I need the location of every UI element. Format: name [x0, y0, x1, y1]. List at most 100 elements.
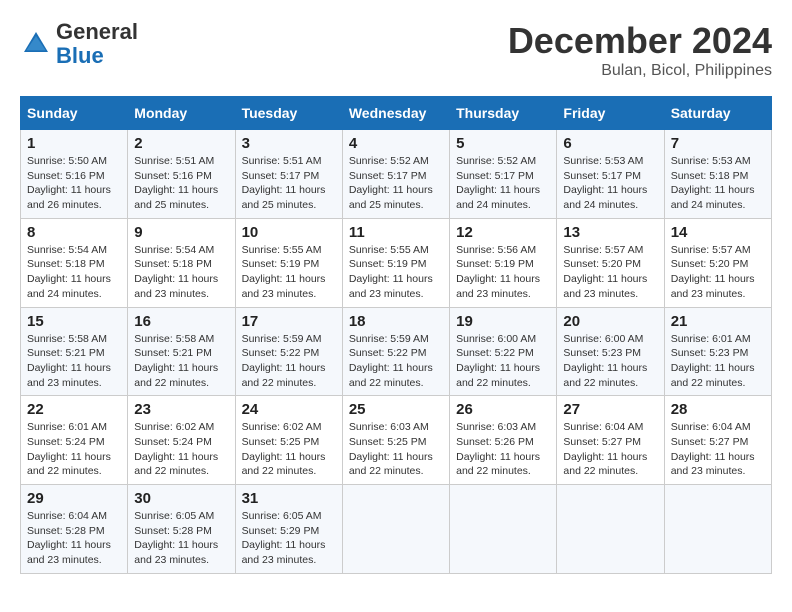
- table-row: 2 Sunrise: 5:51 AM Sunset: 5:16 PM Dayli…: [128, 130, 235, 219]
- day-number: 26: [456, 401, 550, 418]
- table-row: 12 Sunrise: 5:56 AM Sunset: 5:19 PM Dayl…: [450, 218, 557, 307]
- day-info: Sunrise: 5:59 AM Sunset: 5:22 PM Dayligh…: [242, 332, 336, 391]
- header-row: Sunday Monday Tuesday Wednesday Thursday…: [21, 97, 772, 130]
- table-row: 5 Sunrise: 5:52 AM Sunset: 5:17 PM Dayli…: [450, 130, 557, 219]
- day-number: 1: [27, 135, 121, 152]
- col-wednesday: Wednesday: [342, 97, 449, 130]
- day-info: Sunrise: 5:52 AM Sunset: 5:17 PM Dayligh…: [349, 154, 443, 213]
- day-number: 18: [349, 313, 443, 330]
- day-number: 7: [671, 135, 765, 152]
- day-info: Sunrise: 5:58 AM Sunset: 5:21 PM Dayligh…: [134, 332, 228, 391]
- day-info: Sunrise: 6:01 AM Sunset: 5:24 PM Dayligh…: [27, 420, 121, 479]
- calendar-week-5: 29 Sunrise: 6:04 AM Sunset: 5:28 PM Dayl…: [21, 485, 772, 574]
- day-info: Sunrise: 6:00 AM Sunset: 5:23 PM Dayligh…: [563, 332, 657, 391]
- table-row: 3 Sunrise: 5:51 AM Sunset: 5:17 PM Dayli…: [235, 130, 342, 219]
- day-number: 6: [563, 135, 657, 152]
- day-number: 20: [563, 313, 657, 330]
- day-number: 27: [563, 401, 657, 418]
- day-info: Sunrise: 6:02 AM Sunset: 5:24 PM Dayligh…: [134, 420, 228, 479]
- day-number: 10: [242, 224, 336, 241]
- day-number: 8: [27, 224, 121, 241]
- day-info: Sunrise: 6:04 AM Sunset: 5:27 PM Dayligh…: [671, 420, 765, 479]
- calendar-week-1: 1 Sunrise: 5:50 AM Sunset: 5:16 PM Dayli…: [21, 130, 772, 219]
- day-info: Sunrise: 6:05 AM Sunset: 5:29 PM Dayligh…: [242, 509, 336, 568]
- day-info: Sunrise: 6:00 AM Sunset: 5:22 PM Dayligh…: [456, 332, 550, 391]
- day-number: 12: [456, 224, 550, 241]
- table-row: 23 Sunrise: 6:02 AM Sunset: 5:24 PM Dayl…: [128, 396, 235, 485]
- day-number: 23: [134, 401, 228, 418]
- day-info: Sunrise: 5:51 AM Sunset: 5:17 PM Dayligh…: [242, 154, 336, 213]
- logo: GeneralBlue: [20, 20, 138, 68]
- col-thursday: Thursday: [450, 97, 557, 130]
- day-number: 21: [671, 313, 765, 330]
- day-number: 13: [563, 224, 657, 241]
- day-info: Sunrise: 5:51 AM Sunset: 5:16 PM Dayligh…: [134, 154, 228, 213]
- day-number: 9: [134, 224, 228, 241]
- calendar-body: 1 Sunrise: 5:50 AM Sunset: 5:16 PM Dayli…: [21, 130, 772, 574]
- day-number: 30: [134, 490, 228, 507]
- table-row: 20 Sunrise: 6:00 AM Sunset: 5:23 PM Dayl…: [557, 307, 664, 396]
- day-info: Sunrise: 5:54 AM Sunset: 5:18 PM Dayligh…: [134, 243, 228, 302]
- main-title: December 2024: [508, 20, 772, 62]
- day-info: Sunrise: 5:55 AM Sunset: 5:19 PM Dayligh…: [242, 243, 336, 302]
- day-number: 22: [27, 401, 121, 418]
- table-row: 8 Sunrise: 5:54 AM Sunset: 5:18 PM Dayli…: [21, 218, 128, 307]
- table-row: 11 Sunrise: 5:55 AM Sunset: 5:19 PM Dayl…: [342, 218, 449, 307]
- day-number: 29: [27, 490, 121, 507]
- table-row: 10 Sunrise: 5:55 AM Sunset: 5:19 PM Dayl…: [235, 218, 342, 307]
- col-sunday: Sunday: [21, 97, 128, 130]
- day-number: 25: [349, 401, 443, 418]
- day-number: 28: [671, 401, 765, 418]
- day-info: Sunrise: 5:59 AM Sunset: 5:22 PM Dayligh…: [349, 332, 443, 391]
- day-info: Sunrise: 5:57 AM Sunset: 5:20 PM Dayligh…: [671, 243, 765, 302]
- logo-icon: [20, 28, 52, 60]
- page-header: GeneralBlue December 2024 Bulan, Bicol, …: [20, 20, 772, 80]
- table-row: 22 Sunrise: 6:01 AM Sunset: 5:24 PM Dayl…: [21, 396, 128, 485]
- table-row: 27 Sunrise: 6:04 AM Sunset: 5:27 PM Dayl…: [557, 396, 664, 485]
- day-info: Sunrise: 6:05 AM Sunset: 5:28 PM Dayligh…: [134, 509, 228, 568]
- empty-cell: [450, 485, 557, 574]
- day-number: 5: [456, 135, 550, 152]
- col-friday: Friday: [557, 97, 664, 130]
- table-row: 25 Sunrise: 6:03 AM Sunset: 5:25 PM Dayl…: [342, 396, 449, 485]
- day-info: Sunrise: 5:53 AM Sunset: 5:17 PM Dayligh…: [563, 154, 657, 213]
- day-info: Sunrise: 5:53 AM Sunset: 5:18 PM Dayligh…: [671, 154, 765, 213]
- day-number: 17: [242, 313, 336, 330]
- day-number: 11: [349, 224, 443, 241]
- day-info: Sunrise: 5:52 AM Sunset: 5:17 PM Dayligh…: [456, 154, 550, 213]
- table-row: 31 Sunrise: 6:05 AM Sunset: 5:29 PM Dayl…: [235, 485, 342, 574]
- table-row: 4 Sunrise: 5:52 AM Sunset: 5:17 PM Dayli…: [342, 130, 449, 219]
- day-info: Sunrise: 6:04 AM Sunset: 5:28 PM Dayligh…: [27, 509, 121, 568]
- day-info: Sunrise: 6:01 AM Sunset: 5:23 PM Dayligh…: [671, 332, 765, 391]
- table-row: 13 Sunrise: 5:57 AM Sunset: 5:20 PM Dayl…: [557, 218, 664, 307]
- subtitle: Bulan, Bicol, Philippines: [508, 62, 772, 80]
- day-info: Sunrise: 6:02 AM Sunset: 5:25 PM Dayligh…: [242, 420, 336, 479]
- table-row: 7 Sunrise: 5:53 AM Sunset: 5:18 PM Dayli…: [664, 130, 771, 219]
- day-number: 15: [27, 313, 121, 330]
- day-number: 16: [134, 313, 228, 330]
- day-number: 2: [134, 135, 228, 152]
- table-row: 1 Sunrise: 5:50 AM Sunset: 5:16 PM Dayli…: [21, 130, 128, 219]
- day-number: 4: [349, 135, 443, 152]
- table-row: 30 Sunrise: 6:05 AM Sunset: 5:28 PM Dayl…: [128, 485, 235, 574]
- empty-cell: [342, 485, 449, 574]
- day-info: Sunrise: 5:54 AM Sunset: 5:18 PM Dayligh…: [27, 243, 121, 302]
- table-row: 14 Sunrise: 5:57 AM Sunset: 5:20 PM Dayl…: [664, 218, 771, 307]
- table-row: 15 Sunrise: 5:58 AM Sunset: 5:21 PM Dayl…: [21, 307, 128, 396]
- day-info: Sunrise: 5:57 AM Sunset: 5:20 PM Dayligh…: [563, 243, 657, 302]
- day-info: Sunrise: 6:04 AM Sunset: 5:27 PM Dayligh…: [563, 420, 657, 479]
- calendar-table: Sunday Monday Tuesday Wednesday Thursday…: [20, 96, 772, 574]
- table-row: 24 Sunrise: 6:02 AM Sunset: 5:25 PM Dayl…: [235, 396, 342, 485]
- day-number: 3: [242, 135, 336, 152]
- empty-cell: [557, 485, 664, 574]
- day-info: Sunrise: 6:03 AM Sunset: 5:25 PM Dayligh…: [349, 420, 443, 479]
- col-monday: Monday: [128, 97, 235, 130]
- logo-text: GeneralBlue: [56, 20, 138, 68]
- col-saturday: Saturday: [664, 97, 771, 130]
- day-info: Sunrise: 5:56 AM Sunset: 5:19 PM Dayligh…: [456, 243, 550, 302]
- day-number: 14: [671, 224, 765, 241]
- table-row: 28 Sunrise: 6:04 AM Sunset: 5:27 PM Dayl…: [664, 396, 771, 485]
- table-row: 26 Sunrise: 6:03 AM Sunset: 5:26 PM Dayl…: [450, 396, 557, 485]
- table-row: 9 Sunrise: 5:54 AM Sunset: 5:18 PM Dayli…: [128, 218, 235, 307]
- table-row: 18 Sunrise: 5:59 AM Sunset: 5:22 PM Dayl…: [342, 307, 449, 396]
